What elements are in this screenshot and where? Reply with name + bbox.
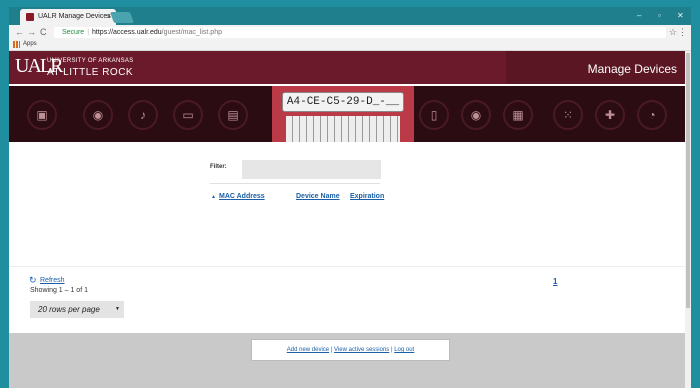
column-mac-address[interactable]: MAC Address bbox=[219, 193, 265, 200]
add-new-device-link[interactable]: Add new device bbox=[287, 347, 329, 353]
apps-bookmark[interactable]: Apps bbox=[23, 41, 37, 47]
address-bar: ← → C Secure | https://access.ualr.edu/gue… bbox=[9, 25, 691, 40]
tablet-icon: ▯ bbox=[419, 100, 449, 130]
footer-links: Add new device | View active sessions | … bbox=[251, 339, 450, 361]
close-window-icon[interactable]: ✕ bbox=[677, 11, 684, 20]
forward-icon[interactable]: → bbox=[27, 27, 36, 37]
favicon-icon bbox=[26, 13, 34, 21]
microphone-icon: ♪ bbox=[128, 100, 158, 130]
router-icon: ▦ bbox=[503, 100, 533, 130]
reload-icon[interactable]: C bbox=[40, 27, 47, 37]
divider bbox=[9, 266, 685, 267]
laptop-illustration: A4-CE-C5-29-D_-__ bbox=[272, 86, 414, 142]
media-icon: ▤ bbox=[218, 100, 248, 130]
tv-icon: ▭ bbox=[173, 100, 203, 130]
scrollbar-thumb[interactable] bbox=[686, 53, 690, 308]
secure-label: Secure bbox=[62, 29, 85, 36]
browser-tab[interactable]: UALR Manage Devices × bbox=[20, 9, 116, 25]
browser-menu-icon[interactable]: ⋮ bbox=[678, 27, 687, 38]
filter-label: Filter: bbox=[210, 164, 227, 170]
filter-input[interactable] bbox=[242, 160, 381, 179]
bookmark-star-icon[interactable]: ☆ bbox=[669, 27, 677, 38]
speaker-icon: ◉ bbox=[83, 100, 113, 130]
page-content: UALR UNIVERSITY OF ARKANSAS AT LITTLE RO… bbox=[9, 51, 685, 388]
chevron-down-icon: ▼ bbox=[115, 306, 120, 312]
sort-ascending-icon[interactable]: ▲ bbox=[211, 194, 216, 200]
logo-line-university: UNIVERSITY OF ARKANSAS bbox=[47, 58, 134, 64]
url-domain: https://access.ualr.edu bbox=[92, 29, 162, 36]
logo-line-little-rock: AT LITTLE ROCK bbox=[47, 67, 134, 78]
rows-per-page-select[interactable]: 20 rows per page ▼ bbox=[30, 301, 124, 318]
page-link-1[interactable]: 1 bbox=[553, 277, 557, 286]
page-title: Manage Devices bbox=[587, 62, 677, 76]
tab-title: UALR Manage Devices bbox=[38, 13, 111, 20]
gamepad-icon: ✚ bbox=[595, 100, 625, 130]
log-out-link[interactable]: Log out bbox=[394, 347, 414, 353]
refresh-icon[interactable]: ↻ bbox=[29, 275, 37, 286]
bookmarks-bar: Apps bbox=[9, 40, 691, 51]
refresh-link[interactable]: Refresh bbox=[40, 277, 65, 284]
speaker-2-icon: ◉ bbox=[461, 100, 491, 130]
site-header: UALR UNIVERSITY OF ARKANSAS AT LITTLE RO… bbox=[9, 51, 685, 84]
monitor-plus-icon: ▣ bbox=[27, 100, 57, 130]
title-bar: UALR Manage Devices × – ▫ ✕ bbox=[9, 7, 691, 25]
keypad-icon: ⁙ bbox=[553, 100, 583, 130]
results-count: Showing 1 – 1 of 1 bbox=[30, 287, 88, 294]
view-active-sessions-link[interactable]: View active sessions bbox=[334, 347, 389, 353]
new-tab-button[interactable] bbox=[109, 12, 135, 23]
divider bbox=[210, 183, 380, 184]
column-device-name[interactable]: Device Name bbox=[296, 193, 340, 200]
laptop-keyboard bbox=[286, 116, 400, 142]
laptop-screen-text: A4-CE-C5-29-D_-__ bbox=[282, 92, 404, 112]
url-path: /guest/mac_list.php bbox=[161, 29, 222, 36]
minimize-icon[interactable]: – bbox=[637, 11, 641, 20]
browser-window: UALR Manage Devices × – ▫ ✕ ← → C Secure… bbox=[9, 7, 691, 388]
clock-icon: ◔ bbox=[637, 100, 667, 130]
rows-per-page-value: 20 rows per page bbox=[38, 305, 100, 314]
page-footer: Add new device | View active sessions | … bbox=[9, 333, 685, 388]
maximize-icon[interactable]: ▫ bbox=[658, 11, 661, 20]
column-expiration[interactable]: Expiration bbox=[350, 193, 384, 200]
back-icon[interactable]: ← bbox=[15, 27, 24, 37]
apps-grid-icon[interactable] bbox=[13, 41, 20, 48]
url-input[interactable]: Secure | https://access.ualr.edu/guest/mac… bbox=[54, 27, 666, 38]
